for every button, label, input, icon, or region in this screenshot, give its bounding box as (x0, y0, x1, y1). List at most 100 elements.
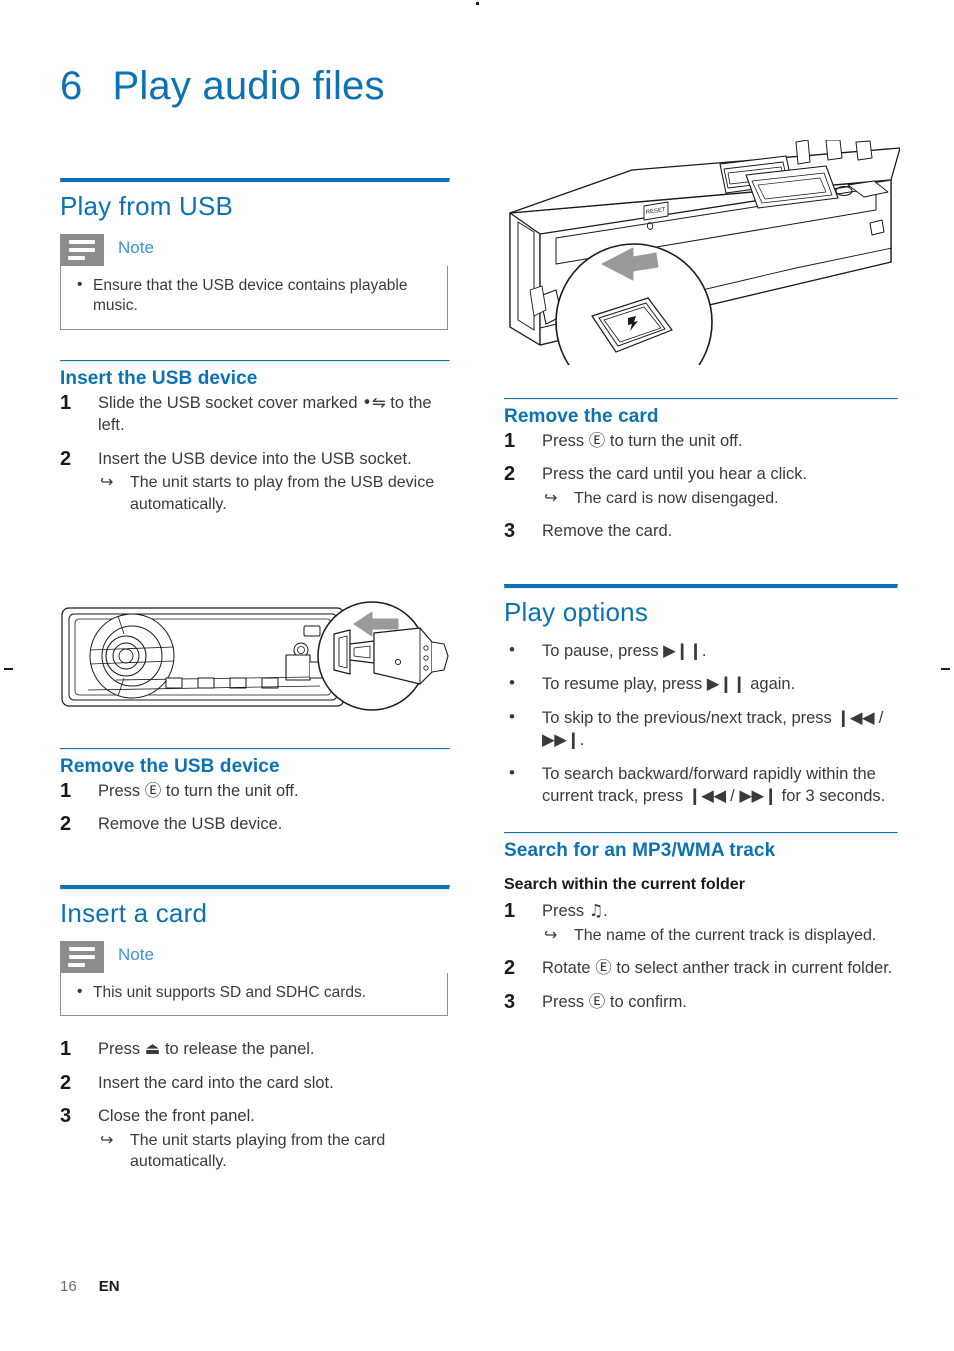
crop-mark-top (476, 2, 479, 5)
step-number: 2 (504, 463, 516, 486)
step-item: 3 Remove the card. (504, 520, 896, 542)
step-text-before: Press (542, 992, 585, 1011)
option-text-post: . (701, 641, 707, 660)
option-text-pre: To pause, press (542, 641, 659, 660)
step-item: 1 Slide the USB socket cover marked •⇋ t… (60, 392, 448, 437)
play-pause-icon: ▶❙❙ (706, 674, 746, 694)
step-result: The unit starts playing from the card au… (98, 1130, 448, 1173)
step-item: 1 Press Ⓔ to turn the unit off. (504, 430, 896, 452)
power-knob-icon: Ⓔ (595, 958, 612, 978)
eject-icon: ⏏ (144, 1039, 161, 1059)
step-number: 1 (504, 430, 516, 452)
step-item: 2 Rotate Ⓔ to select anther track in cur… (504, 957, 896, 979)
step-text-before: Remove the card. (542, 522, 673, 541)
note-header: Note (60, 940, 448, 973)
option-text-pre: To skip to the previous/next track, pres… (542, 708, 832, 727)
left-column-lower: Remove the USB device 1 Press Ⓔ to turn … (60, 748, 450, 1184)
step-text-before: Press (542, 432, 585, 450)
step-number: 3 (504, 990, 516, 1013)
next-track-icon: ▶▶❙ (542, 730, 580, 750)
play-options-list: To pause, press ▶❙❙. To resume play, pre… (504, 638, 896, 808)
step-text-before: Press (98, 782, 141, 800)
power-knob-icon: Ⓔ (588, 991, 606, 1011)
step-number: 2 (60, 447, 72, 470)
note-box-usb: Note Ensure that the USB device contains… (60, 234, 448, 330)
option-text-post: again. (750, 675, 796, 694)
note-box-card: Note This unit supports SD and SDHC card… (60, 940, 448, 1017)
fast-forward-icon: ▶▶❙ (739, 785, 778, 805)
option-text-mid: / (730, 786, 735, 805)
step-result: The card is now disengaged. (542, 488, 896, 510)
step-result: The unit starts to play from the USB dev… (98, 472, 448, 515)
step-number: 2 (504, 957, 516, 980)
music-note-icon: ♫ (588, 901, 604, 921)
step-item: 2 Insert the USB device into the USB soc… (60, 448, 448, 515)
footer-language: EN (98, 1278, 120, 1295)
step-text-before: Insert the USB device into the USB socke… (98, 449, 412, 468)
right-column: Remove the card 1 Press Ⓔ to turn the un… (504, 398, 898, 1024)
step-item: 3 Close the front panel. The unit starts… (60, 1105, 448, 1172)
steps-insert-card: 1 Press ⏏ to release the panel. 2 Insert… (60, 1038, 448, 1172)
power-knob-icon: Ⓔ (144, 781, 162, 800)
chapter-title: Play audio files (112, 64, 385, 108)
section-rule-play-options (504, 583, 898, 589)
steps-remove-usb: 1 Press Ⓔ to turn the unit off. 2 Remove… (60, 780, 448, 836)
step-number: 2 (60, 813, 72, 836)
option-item: To search backward/forward rapidly withi… (504, 761, 896, 808)
car-stereo-usb-insert-illustration (58, 600, 450, 727)
step-item: 1 Press ♫. The name of the current track… (504, 900, 896, 946)
subsection-rule-insert-usb (60, 359, 450, 362)
section-rule-insert-a-card (60, 884, 450, 890)
step-text-after: . (603, 902, 608, 921)
subsection-title-search-track: Search for an MP3/WMA track (504, 840, 776, 862)
car-stereo-open-panel-card-slot-illustration: RESET (496, 139, 901, 401)
step-number: 1 (60, 780, 72, 802)
rewind-icon: ❙◀◀ (687, 785, 726, 805)
step-text-before: Press the card until you hear a click. (542, 465, 808, 484)
search-track-subtitle: Search within the current folder (504, 876, 745, 894)
steps-search-track: 1 Press ♫. The name of the current track… (504, 900, 896, 1013)
note-item: This unit supports SD and SDHC cards. (75, 982, 433, 1003)
step-item: 1 Press ⏏ to release the panel. (60, 1038, 448, 1060)
step-text-before: Press (98, 1040, 141, 1059)
option-text-mid: / (878, 708, 884, 727)
step-text-after: to select anther track in current folder… (616, 959, 893, 978)
option-item: To skip to the previous/next track, pres… (504, 705, 896, 752)
steps-remove-card: 1 Press Ⓔ to turn the unit off. 2 Press … (504, 430, 896, 543)
option-item: To resume play, press ▶❙❙ again. (504, 671, 896, 695)
section-title-insert-a-card: Insert a card (60, 897, 208, 928)
steps-insert-usb: 1 Slide the USB socket cover marked •⇋ t… (60, 392, 448, 515)
step-number: 3 (60, 1105, 72, 1128)
page-footer: 16 EN (60, 1278, 120, 1295)
option-text-pre: To resume play, press (542, 675, 703, 694)
step-number: 3 (504, 520, 516, 543)
crop-mark-right (941, 668, 950, 670)
subsection-title-insert-usb: Insert the USB device (60, 367, 258, 389)
left-column: Play from USB Note Ensure that the USB d… (60, 178, 450, 526)
page-title: 6 Play audio files (60, 64, 385, 109)
play-pause-icon: ▶❙❙ (663, 640, 702, 660)
step-item: 2 Press the card until you hear a click.… (504, 463, 896, 509)
note-label: Note (118, 944, 154, 964)
step-number: 1 (60, 391, 72, 414)
usb-icon: •⇋ (362, 392, 386, 412)
step-text-before: Remove the USB device. (98, 815, 283, 834)
option-item: To pause, press ▶❙❙. (504, 638, 896, 662)
section-title-play-options: Play options (504, 596, 649, 627)
step-text-before: Slide the USB socket cover marked (98, 393, 358, 412)
step-text-after: to turn the unit off. (165, 782, 299, 800)
section-rule-play-from-usb (60, 178, 450, 183)
previous-track-icon: ❙◀◀ (836, 707, 875, 727)
option-text-post: . (579, 731, 585, 750)
step-number: 2 (60, 1071, 72, 1094)
step-text-before: Rotate (542, 959, 591, 978)
note-lines-icon (60, 940, 104, 973)
note-label: Note (118, 238, 154, 257)
note-header: Note (60, 234, 448, 266)
note-body: This unit supports SD and SDHC cards. (60, 972, 448, 1017)
step-item: 1 Press Ⓔ to turn the unit off. (60, 780, 448, 802)
note-lines-icon (60, 234, 104, 266)
note-item: Ensure that the USB device contains play… (75, 275, 433, 317)
power-knob-icon: Ⓔ (588, 431, 606, 450)
step-number: 1 (504, 900, 516, 923)
